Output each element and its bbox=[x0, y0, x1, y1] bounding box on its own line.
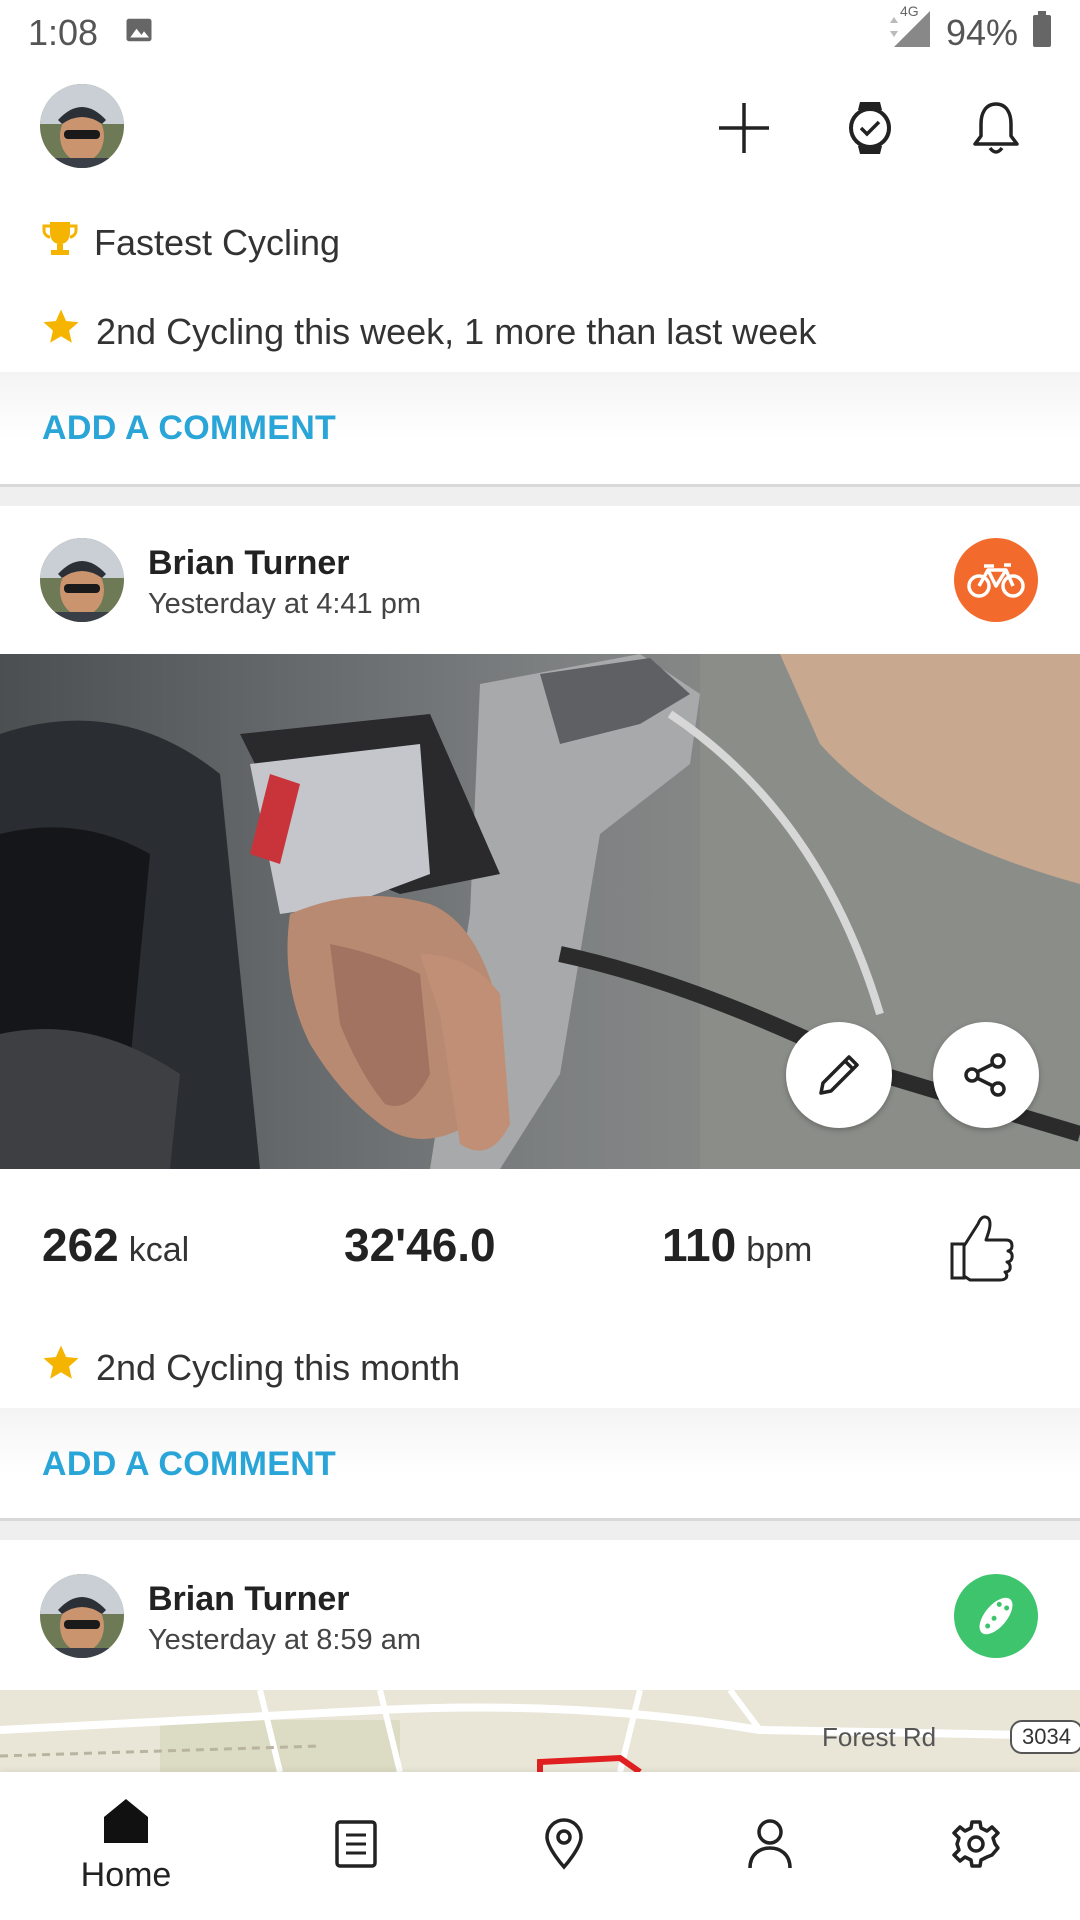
calories-unit: kcal bbox=[128, 1231, 190, 1269]
map-route-badge: 3034 bbox=[1010, 1720, 1080, 1754]
home-icon bbox=[102, 1797, 150, 1848]
stat-calories: 262 kcal bbox=[42, 1218, 189, 1272]
achievement-text: 2nd Cycling this week, 1 more than last … bbox=[96, 310, 817, 352]
profile-avatar[interactable] bbox=[40, 84, 124, 168]
bell-icon[interactable] bbox=[964, 96, 1028, 160]
diary-icon bbox=[334, 1819, 378, 1874]
comment-bar: ADD A COMMENT bbox=[0, 372, 1080, 484]
post-header: Brian Turner Yesterday at 4:41 pm bbox=[0, 506, 1080, 654]
nav-diary[interactable] bbox=[286, 1772, 426, 1920]
comment-bar: ADD A COMMENT bbox=[0, 1408, 1080, 1520]
heart-rate-value: 110 bbox=[662, 1219, 737, 1271]
post-author-name[interactable]: Brian Turner bbox=[148, 1580, 350, 1619]
achievement-text: Fastest Cycling bbox=[94, 221, 341, 263]
nav-home-label: Home bbox=[80, 1856, 172, 1894]
calories-value: 262 bbox=[42, 1219, 119, 1271]
duration-value: 32'46.0 bbox=[344, 1219, 496, 1271]
nav-home[interactable]: Home bbox=[56, 1772, 196, 1920]
add-comment-button[interactable]: ADD A COMMENT bbox=[42, 1445, 336, 1484]
map-road-label: Forest Rd bbox=[822, 1722, 937, 1752]
gallery-icon bbox=[124, 12, 154, 54]
add-comment-button[interactable]: ADD A COMMENT bbox=[42, 409, 336, 448]
edit-icon[interactable] bbox=[786, 1022, 892, 1128]
post-timestamp: Yesterday at 8:59 am bbox=[148, 1624, 421, 1656]
stat-heart-rate: 110 bpm bbox=[662, 1218, 812, 1272]
star-icon bbox=[40, 306, 96, 357]
battery-icon bbox=[1032, 10, 1052, 56]
achievement-row: 2nd Cycling this week, 1 more than last … bbox=[40, 306, 816, 357]
post-header: Brian Turner Yesterday at 8:59 am bbox=[0, 1542, 1080, 1690]
post-divider bbox=[0, 484, 1080, 506]
bike-icon[interactable] bbox=[954, 538, 1038, 622]
achievement-row: Fastest Cycling bbox=[40, 218, 340, 267]
post-timestamp: Yesterday at 4:41 pm bbox=[148, 588, 421, 620]
workout-photo[interactable] bbox=[0, 654, 1080, 1169]
post-author-name[interactable]: Brian Turner bbox=[148, 544, 350, 583]
post-avatar[interactable] bbox=[40, 1574, 124, 1658]
watch-icon[interactable] bbox=[838, 96, 902, 160]
status-bar: 1:08 4G 94% bbox=[0, 0, 1080, 66]
share-icon[interactable] bbox=[933, 1022, 1039, 1128]
status-time: 1:08 bbox=[28, 12, 99, 53]
nav-profile[interactable] bbox=[700, 1772, 840, 1920]
achievement-text: 2nd Cycling this month bbox=[96, 1346, 461, 1388]
signal-icon: 4G bbox=[886, 3, 932, 58]
star-icon bbox=[40, 1342, 96, 1393]
stat-duration: 32'46.0 bbox=[344, 1218, 496, 1272]
nav-settings[interactable] bbox=[906, 1772, 1046, 1920]
bottom-navigation: Home bbox=[0, 1772, 1080, 1920]
gear-icon bbox=[951, 1819, 1001, 1874]
trophy-icon bbox=[40, 218, 94, 267]
add-icon[interactable] bbox=[712, 96, 776, 160]
route-map[interactable]: Forest Rd 3034 bbox=[0, 1690, 1080, 1772]
post-divider bbox=[0, 1518, 1080, 1540]
heart-rate-unit: bpm bbox=[746, 1231, 813, 1269]
thumbs-up-icon[interactable] bbox=[944, 1210, 1018, 1284]
app-bar bbox=[0, 76, 1080, 176]
battery-percent: 94% bbox=[945, 12, 1018, 53]
workout-stats: 262 kcal 32'46.0 110 bpm bbox=[0, 1210, 1080, 1300]
location-pin-icon bbox=[543, 1817, 585, 1875]
post-avatar[interactable] bbox=[40, 538, 124, 622]
nav-map[interactable] bbox=[494, 1772, 634, 1920]
achievement-row: 2nd Cycling this month bbox=[40, 1342, 460, 1393]
running-shoe-icon[interactable] bbox=[954, 1574, 1038, 1658]
person-icon bbox=[746, 1818, 794, 1875]
